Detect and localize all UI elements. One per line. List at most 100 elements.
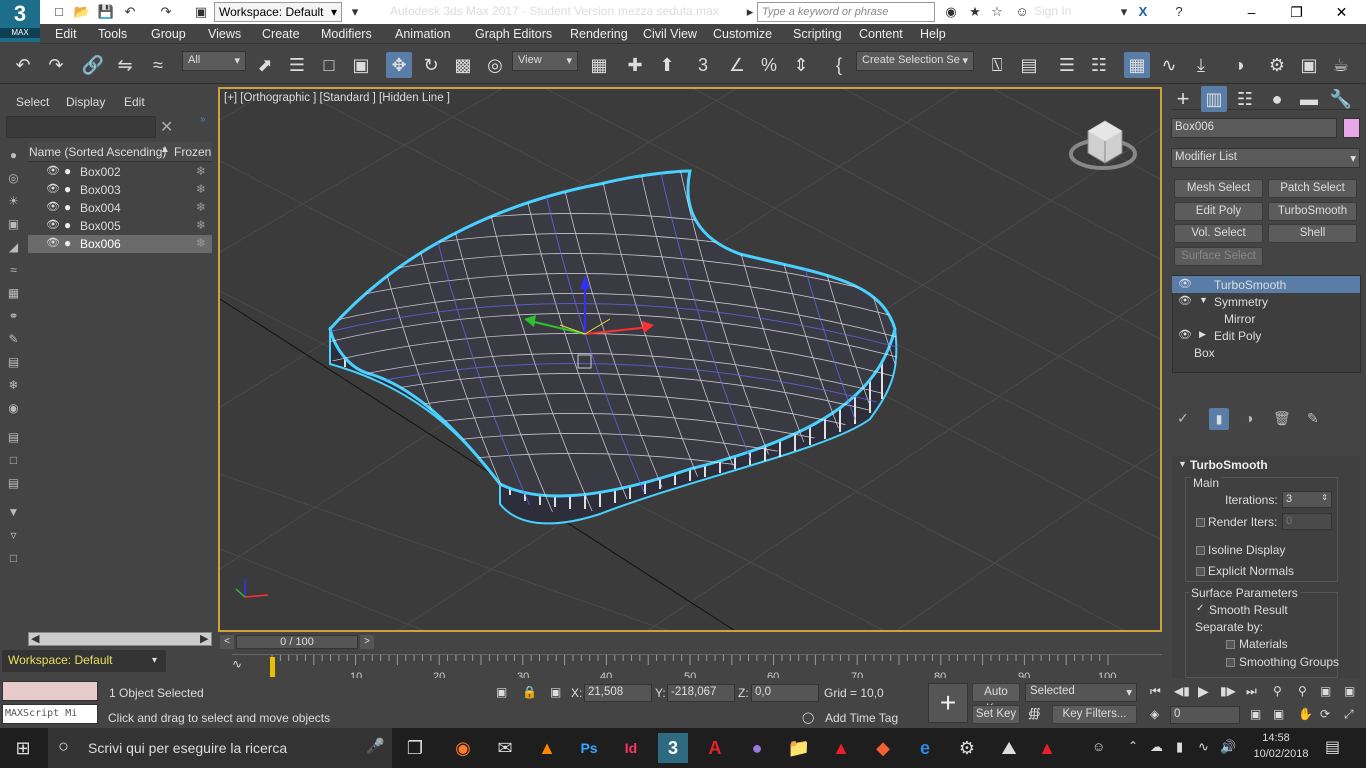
auto-key-button[interactable]: Auto Key	[972, 683, 1020, 715]
display-none-icon[interactable]: □	[4, 451, 23, 470]
visibility-eye-icon[interactable]: 👁	[46, 164, 60, 177]
edit-named-sets-icon[interactable]: {	[826, 52, 852, 78]
photoshop-icon[interactable]: Ps	[574, 733, 604, 763]
stack-eye-icon[interactable]: 👁	[1178, 328, 1192, 341]
motion-tab-icon[interactable]: ●	[1264, 86, 1290, 112]
clock-date[interactable]: 10/02/2018	[1250, 748, 1312, 760]
shell-button[interactable]: Shell	[1268, 224, 1357, 243]
display-bones-icon[interactable]: ✎	[4, 330, 23, 349]
key-mode-toggle-icon[interactable]: ◈	[1150, 707, 1159, 721]
maximize-button[interactable]: ❐	[1274, 0, 1319, 24]
menu-animation[interactable]: Animation	[395, 27, 451, 41]
field-of-view-icon[interactable]: ▣	[1273, 707, 1284, 721]
isolate-selection-icon[interactable]: ▣	[496, 685, 507, 699]
modifier-list-dropdown[interactable]: Modifier List ▾	[1171, 148, 1360, 168]
redo-icon[interactable]: ↷	[157, 3, 175, 21]
key-filter-icon[interactable]: ∰	[1028, 706, 1041, 720]
stack-expand-icon[interactable]: ▼	[1199, 295, 1208, 305]
explorer-workspace-dropdown[interactable]: Workspace: Default	[2, 650, 166, 672]
x-coordinate-field[interactable]: 21,508	[584, 684, 652, 702]
materials-checkbox[interactable]	[1226, 637, 1239, 651]
undo-icon[interactable]: ↶	[121, 3, 139, 21]
zoom-icon[interactable]: ⚲	[1273, 684, 1282, 698]
rectangular-region-icon[interactable]: □	[316, 52, 342, 78]
close-button[interactable]: ✕	[1319, 0, 1364, 24]
undo-icon[interactable]: ↶	[10, 52, 36, 78]
spinner-snap-icon[interactable]: ⇕	[788, 52, 814, 78]
mesh-select-button[interactable]: Mesh Select	[1174, 179, 1263, 198]
workspace-dropdown[interactable]: Workspace: Default ▾	[214, 2, 342, 22]
vol-select-button[interactable]: Vol. Select	[1174, 224, 1263, 243]
iterations-spinner[interactable]: 3 ⇕	[1282, 491, 1332, 508]
reference-coord-dropdown[interactable]: View ▾	[512, 51, 578, 71]
previous-frame-icon[interactable]: ◀▮	[1174, 684, 1190, 698]
explorer-hscrollbar[interactable]	[28, 632, 212, 646]
key-mode-dropdown[interactable]: Selected ▾	[1025, 683, 1137, 702]
visibility-eye-icon[interactable]: 👁	[46, 200, 60, 213]
named-selection-dropdown[interactable]: Create Selection Se ▾	[856, 51, 974, 71]
curve-editor-icon[interactable]: ∿	[1156, 52, 1182, 78]
frozen-snowflake-icon[interactable]: ❄	[196, 218, 206, 232]
stack-sublabel[interactable]: Mirror	[1224, 312, 1255, 326]
object-color-swatch[interactable]	[1343, 118, 1360, 138]
zoom-extents-icon[interactable]: ▣	[1320, 684, 1331, 698]
stack-eye-icon[interactable]: 👁	[1178, 277, 1192, 290]
clear-search-icon[interactable]: ✕	[160, 117, 173, 137]
time-next-icon[interactable]: >	[360, 635, 374, 649]
select-rotate-icon[interactable]: ↻	[418, 52, 444, 78]
menu-help[interactable]: Help	[920, 27, 946, 41]
clock-time[interactable]: 14:58	[1250, 732, 1302, 744]
add-time-tag[interactable]: Add Time Tag	[825, 711, 898, 725]
select-move-icon[interactable]: ✥	[386, 52, 412, 78]
battery-icon[interactable]: ▮	[1176, 739, 1183, 755]
filter-funnel-icon[interactable]: ▿	[4, 526, 23, 545]
explorer-menu-select[interactable]: Select	[16, 95, 49, 109]
maxscript-mini-listener[interactable]: MAXScript Mi	[2, 704, 98, 724]
help-icon[interactable]: ?	[1170, 3, 1188, 21]
scene-explorer-icon[interactable]: ▦	[1124, 52, 1150, 78]
stack-eye-icon[interactable]: 👁	[1178, 294, 1192, 307]
time-config-icon[interactable]: ▣	[1250, 707, 1261, 721]
keyword-search-input[interactable]: Type a keyword or phrase	[757, 2, 935, 22]
time-tag-icon[interactable]: ◯	[802, 711, 814, 724]
key-filters-button[interactable]: Key Filters...	[1052, 705, 1137, 724]
view-cube[interactable]	[1069, 120, 1137, 170]
communication-icon[interactable]: ★	[966, 3, 984, 21]
scroll-left-icon[interactable]: ◀	[31, 632, 39, 645]
frozen-snowflake-icon[interactable]: ❄	[196, 182, 206, 196]
maxscript-listener-pink[interactable]	[2, 681, 98, 701]
create-tab-icon[interactable]: +	[1170, 86, 1196, 112]
selection-lock-icon[interactable]: 🔒	[522, 685, 537, 699]
menu-content[interactable]: Content	[859, 27, 903, 41]
smoothing-groups-checkbox[interactable]	[1226, 655, 1239, 669]
stack-base-label[interactable]: Box	[1194, 346, 1215, 360]
favorites-icon[interactable]: ☆	[988, 3, 1006, 21]
menu-create[interactable]: Create	[262, 27, 300, 41]
z-coordinate-field[interactable]: 0,0	[751, 684, 819, 702]
filter-toggle-icon[interactable]: ▼	[4, 503, 23, 522]
signin-chevron-icon[interactable]: ▾	[1115, 3, 1133, 21]
layer-explorer-icon[interactable]: ☰	[1054, 52, 1080, 78]
maximize-viewport-icon[interactable]: ⤢	[1344, 707, 1354, 722]
redo-icon[interactable]: ↷	[43, 52, 69, 78]
show-end-result-icon[interactable]: ▮	[1209, 408, 1229, 430]
display-containers-icon[interactable]: ▤	[4, 353, 23, 372]
sourcetree-icon[interactable]: ◆	[868, 733, 898, 763]
menu-tools[interactable]: Tools	[98, 27, 127, 41]
open-file-icon[interactable]: 📂	[73, 3, 91, 21]
pivot-center-icon[interactable]: ▦	[586, 52, 612, 78]
pin-stack-icon[interactable]: ✓	[1177, 410, 1189, 427]
windows-start-icon[interactable]: ⊞	[8, 733, 38, 763]
time-prev-icon[interactable]: <	[220, 635, 234, 649]
schematic-view-icon[interactable]: ⤓	[1188, 52, 1214, 78]
menu-edit[interactable]: Edit	[55, 27, 77, 41]
keyboard-shortcut-icon[interactable]: ⬆	[654, 52, 680, 78]
edit-poly-button[interactable]: Edit Poly	[1174, 202, 1263, 221]
stack-label[interactable]: Edit Poly	[1214, 329, 1261, 343]
visibility-eye-icon[interactable]: 👁	[46, 218, 60, 231]
explorer-menu-edit[interactable]: Edit	[124, 95, 145, 109]
track-bar[interactable]: 10 20 30 40 50 60 70 80 90 100	[232, 654, 1162, 683]
sort-up-icon[interactable]: ▲	[160, 144, 170, 155]
acrobat-reader-icon[interactable]: ▲	[1032, 733, 1062, 763]
percent-snap-icon[interactable]: %	[756, 52, 782, 78]
